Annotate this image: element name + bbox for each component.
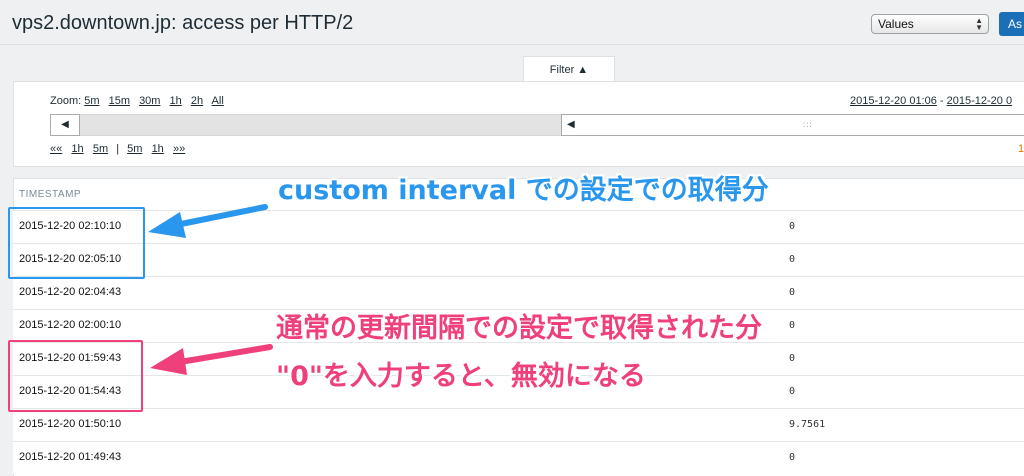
custom-interval-note: custom interval での設定での取得分 xyxy=(278,175,769,206)
normal-interval-note: 通常の更新間隔での設定で取得された分 xyxy=(276,313,762,344)
zero-disables-note: "0"を入力すると、無効になる xyxy=(276,361,646,392)
pink-arrow-icon xyxy=(150,344,273,375)
annotation-arrows xyxy=(148,204,273,375)
blue-arrow-icon xyxy=(148,204,268,238)
